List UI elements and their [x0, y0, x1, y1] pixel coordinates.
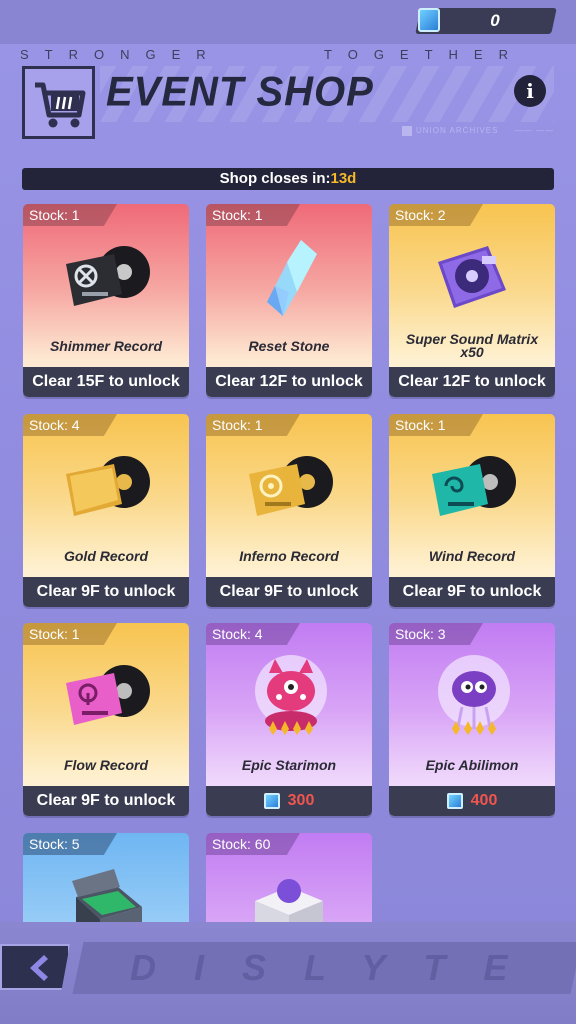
item-name: Reset Stone	[248, 337, 330, 354]
shop-item-card[interactable]: Stock: 1 Wind Record Clear 9F to unlock	[389, 414, 555, 607]
price-tag: 300	[206, 786, 372, 816]
item-name: Wind Record	[428, 547, 516, 564]
item-name: Shimmer Record	[49, 337, 163, 354]
unlock-requirement: Clear 12F to unlock	[206, 367, 372, 397]
square-icon	[402, 125, 412, 136]
ticket-icon	[263, 793, 280, 809]
item-name: Flow Record	[63, 756, 148, 773]
flow-record-icon	[66, 665, 150, 725]
shop-item-card[interactable]: Stock: 4 Epic Starimon 300	[206, 623, 372, 816]
shop-logo	[22, 66, 95, 139]
shop-timer: Shop closes in:13d	[22, 168, 554, 190]
stock-badge: Stock: 5	[23, 833, 117, 855]
stock-badge: Stock: 1	[206, 414, 300, 436]
unlock-requirement: Clear 9F to unlock	[389, 577, 555, 607]
price-tag: 400	[389, 786, 555, 816]
ticket-icon	[446, 793, 463, 809]
shop-item-card[interactable]: Stock: 1 Inferno Record Clear 9F to unlo…	[206, 414, 372, 607]
item-name: Gold Record	[63, 547, 148, 564]
shop-item-card[interactable]: Stock: 3 Epic Abilimon 400	[389, 623, 555, 816]
stock-badge: Stock: 1	[23, 204, 117, 226]
shopping-cart-icon	[35, 82, 86, 128]
shop-item-card[interactable]: Stock: 1 Reset Stone Clear 12F to unlock	[206, 204, 372, 397]
stock-badge: Stock: 4	[23, 414, 117, 436]
abilimon-icon	[438, 655, 510, 735]
back-button[interactable]	[0, 944, 70, 990]
unlock-requirement: Clear 15F to unlock	[23, 367, 189, 397]
record-icon	[66, 246, 150, 306]
item-name: Inferno Record	[239, 547, 339, 564]
unlock-requirement: Clear 9F to unlock	[23, 786, 189, 816]
gold-record-icon	[66, 456, 150, 516]
sound-matrix-icon	[438, 246, 506, 308]
starimon-icon	[255, 655, 327, 735]
stock-badge: Stock: 2	[389, 204, 483, 226]
shop-item-card[interactable]: Stock: 1 Shimmer Record Clear 15F to unl…	[23, 204, 189, 397]
price-value: 400	[470, 792, 498, 809]
shop-item-card[interactable]: Stock: 4 Gold Record Clear 9F to unlock	[23, 414, 189, 607]
item-name: Super Sound Matrix x50	[405, 331, 539, 360]
unlock-requirement: Clear 12F to unlock	[389, 367, 555, 397]
inferno-record-icon	[249, 456, 333, 516]
stock-badge: Stock: 60	[206, 833, 300, 855]
stock-badge: Stock: 4	[206, 623, 300, 645]
page-title: EVENT SHOP	[106, 68, 374, 116]
unlock-requirement: Clear 9F to unlock	[206, 577, 372, 607]
shop-item-card[interactable]: Stock: 1 Flow Record Clear 9F to unlock	[23, 623, 189, 816]
brand-watermark: DISLYTE	[130, 947, 546, 988]
currency-value: 0	[490, 11, 500, 30]
timer-value: 13d	[330, 170, 357, 187]
price-value: 300	[287, 792, 315, 809]
tagline-left: STRONGER	[20, 47, 222, 62]
unlock-requirement: Clear 9F to unlock	[23, 577, 189, 607]
union-archives-label: UNION ARCHIVES	[416, 126, 499, 135]
item-name: Epic Starimon	[241, 756, 337, 773]
stock-badge: Stock: 1	[206, 204, 300, 226]
stock-badge: Stock: 1	[389, 414, 483, 436]
stock-badge: Stock: 1	[23, 623, 117, 645]
event-shop-screen: 0 STRONGER TOGETHER EVENT SHOP i UNION A…	[0, 0, 576, 1024]
shop-item-card[interactable]: Stock: 2 Super Sound Matrix x50 Clear 12…	[389, 204, 555, 397]
union-archives-tag: UNION ARCHIVES —— ——	[402, 124, 554, 138]
stock-badge: Stock: 3	[389, 623, 483, 645]
crystal-icon	[267, 240, 317, 316]
chevron-left-icon	[30, 955, 48, 981]
tagline-right: TOGETHER	[324, 47, 524, 62]
ticket-icon	[418, 8, 440, 32]
wind-record-icon	[432, 456, 516, 516]
info-icon[interactable]: i	[514, 75, 546, 107]
timer-label: Shop closes in:	[219, 170, 331, 187]
item-name: Epic Abilimon	[425, 756, 519, 773]
union-archives-version: —— ——	[514, 126, 554, 135]
